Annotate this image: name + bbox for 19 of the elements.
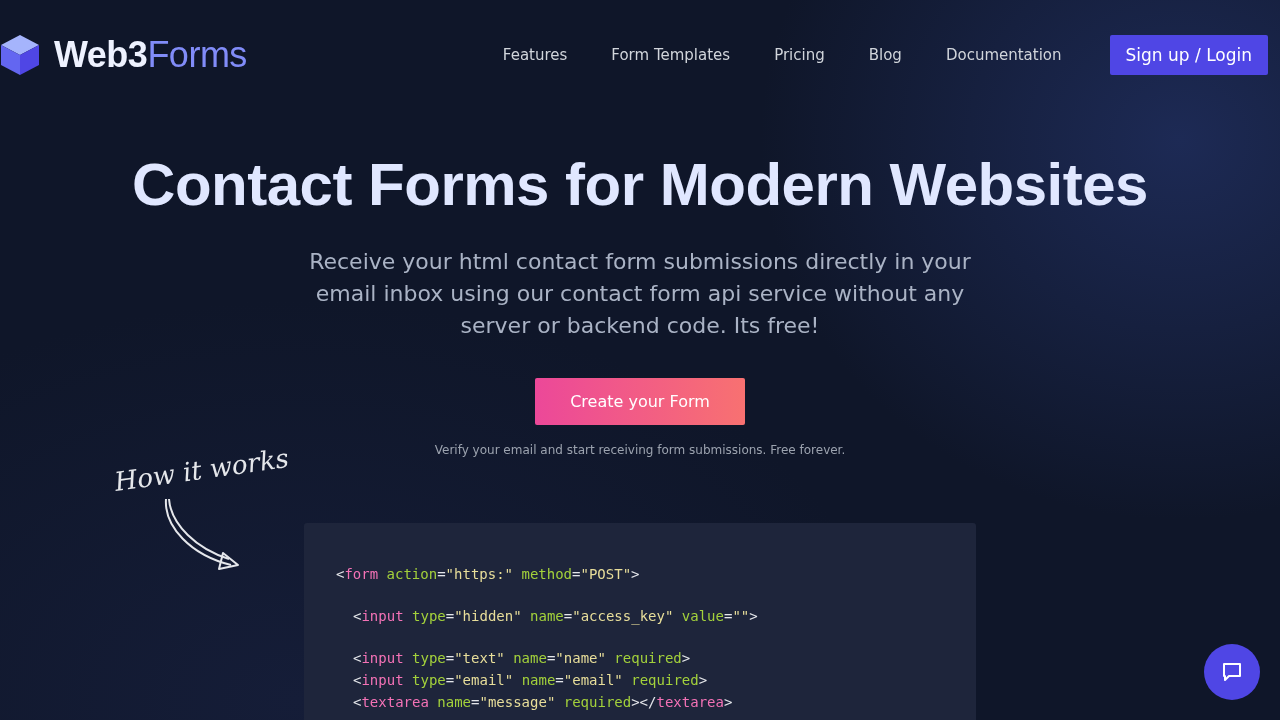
- code-line: <input type="text" name="name" required>: [353, 649, 691, 668]
- code-line: <form action="https:" method="POST">: [336, 565, 640, 584]
- nav-link[interactable]: Features: [502, 46, 568, 64]
- sign-up-login-button[interactable]: Sign up / Login: [1109, 35, 1268, 75]
- cube-logo-icon: [0, 34, 40, 76]
- how-it-works-caption: How it works: [113, 442, 291, 498]
- nav-link[interactable]: Pricing: [774, 46, 825, 64]
- signup-note: Verify your email and start receiving form submissions. Free forever.: [434, 443, 846, 457]
- chat-bubble-icon: [1220, 660, 1244, 684]
- hero-subtitle: Receive your html contact form submissions directly in your email inbox using our contact form api service without any server or backend code. Its free!: [308, 248, 972, 340]
- nav-link[interactable]: Form Templates: [611, 46, 731, 64]
- code-line: <input type="email" name="email" required>: [353, 671, 708, 690]
- hero-title: Contact Forms for Modern Websites: [132, 150, 1148, 220]
- nav-link[interactable]: Documentation: [945, 46, 1062, 64]
- nav-link[interactable]: Blog: [868, 46, 902, 64]
- chat-button[interactable]: [1204, 644, 1260, 700]
- code-line: <input type="hidden" name="access_key" value="">: [353, 607, 758, 627]
- code-line: <textarea name="message" required></textarea>: [353, 693, 733, 712]
- logo-wordmark[interactable]: Web3Forms: [54, 34, 247, 76]
